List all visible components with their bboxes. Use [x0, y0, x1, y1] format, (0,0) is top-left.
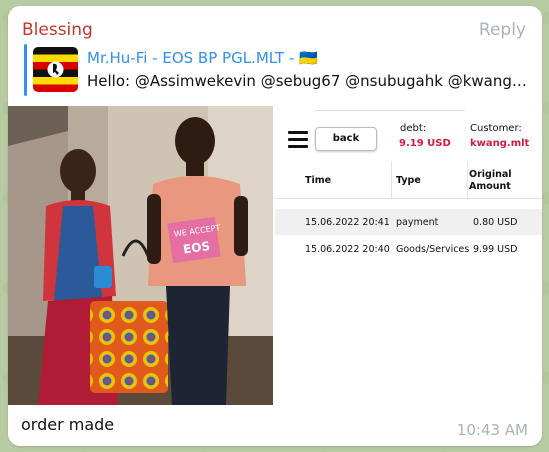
column-divider — [391, 161, 392, 198]
column-header-time: Time — [305, 175, 332, 186]
row-type: Goods/Services — [396, 244, 470, 255]
app-top-divider — [315, 110, 465, 111]
media-attachment[interactable]: WE ACCEPT EOS back debt: 9.19 USD Custom… — [8, 106, 542, 405]
customer-photo[interactable]: WE ACCEPT EOS — [8, 106, 273, 405]
quoted-sender-name: Mr.Hu-Fi - EOS BP PGL.MLT - 🇺🇦 — [87, 49, 318, 67]
quoted-message[interactable]: Mr.Hu-Fi - EOS BP PGL.MLT - 🇺🇦 Hello: @A… — [24, 44, 530, 96]
table-header: Time Type Original Amount — [275, 161, 542, 199]
debt-value: 9.19 USD — [399, 138, 451, 149]
column-header-amount: Original Amount — [469, 169, 512, 192]
row-amount: 9.99 USD — [473, 244, 518, 255]
back-button[interactable]: back — [315, 127, 377, 151]
column-header-type: Type — [396, 175, 421, 186]
customer-value: kwang.mlt — [470, 138, 530, 149]
row-type: payment — [396, 217, 439, 228]
column-divider — [467, 161, 468, 198]
hamburger-menu-icon[interactable] — [288, 131, 308, 149]
table-row[interactable]: 15.06.2022 20:41 payment 0.80 USD — [275, 209, 542, 235]
debt-label: debt: — [400, 123, 427, 134]
quote-accent-bar — [24, 44, 27, 96]
message-caption: order made — [21, 415, 115, 434]
message-timestamp: 10:43 AM — [456, 421, 528, 439]
quoted-text: Hello: @Assimwekevin @sebug67 @nsubugahk… — [87, 72, 527, 90]
uganda-flag-avatar — [33, 47, 78, 92]
table-row[interactable]: 15.06.2022 20:40 Goods/Services 9.99 USD — [275, 236, 542, 262]
reply-button[interactable]: Reply — [479, 20, 526, 40]
row-time: 15.06.2022 20:41 — [305, 217, 390, 228]
customer-label: Customer: — [470, 123, 522, 134]
row-time: 15.06.2022 20:40 — [305, 244, 390, 255]
row-amount: 0.80 USD — [473, 217, 518, 228]
app-screenshot[interactable]: back debt: 9.19 USD Customer: kwang.mlt … — [275, 106, 542, 405]
message-bubble[interactable]: Blessing Reply Mr.Hu-Fi - EOS BP PGL.MLT… — [8, 6, 542, 446]
sender-name[interactable]: Blessing — [22, 20, 93, 40]
